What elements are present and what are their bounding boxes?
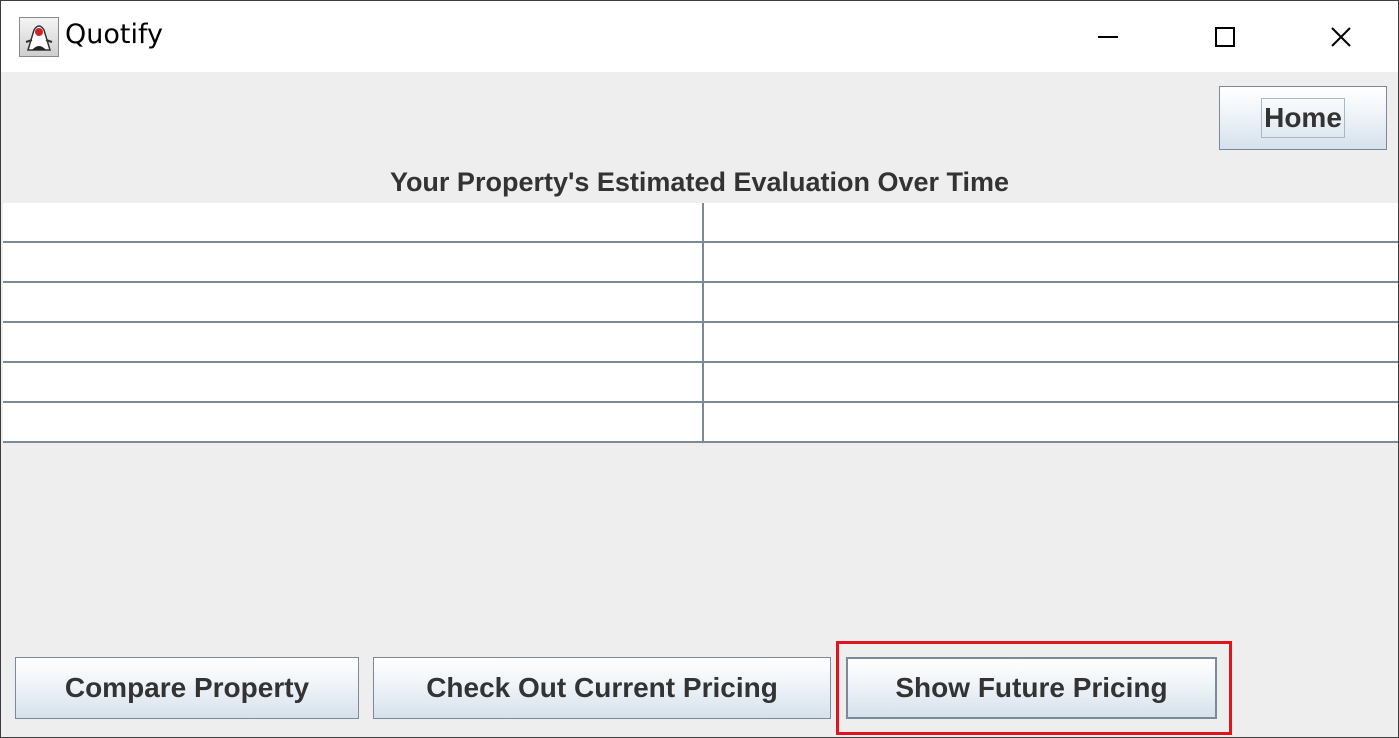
home-button[interactable]: Home <box>1219 86 1387 150</box>
table-cell[interactable] <box>3 363 702 401</box>
close-button[interactable] <box>1282 1 1398 72</box>
table-cell[interactable] <box>3 283 702 321</box>
table-cell[interactable] <box>702 363 1398 401</box>
evaluation-table[interactable] <box>3 203 1398 443</box>
page-title: Your Property's Estimated Evaluation Ove… <box>389 167 1010 197</box>
minimize-icon <box>1098 35 1118 38</box>
minimize-button[interactable] <box>1049 1 1167 72</box>
table-cell[interactable] <box>3 323 702 361</box>
table-cell[interactable] <box>702 203 1398 241</box>
table-cell[interactable] <box>3 243 702 281</box>
home-button-label: Home <box>1261 98 1345 138</box>
table-cell[interactable] <box>702 283 1398 321</box>
java-duke-icon <box>19 17 59 57</box>
title-bar[interactable]: Quotify <box>1 1 1398 72</box>
close-icon <box>1331 26 1351 47</box>
app-window: Quotify Home Your Property's Estimated E… <box>0 0 1399 738</box>
table-row[interactable] <box>3 283 1398 323</box>
maximize-icon <box>1215 26 1235 47</box>
current-pricing-button[interactable]: Check Out Current Pricing <box>373 657 831 719</box>
table-cell[interactable] <box>3 403 702 441</box>
table-cell[interactable] <box>702 243 1398 281</box>
table-row[interactable] <box>3 403 1398 443</box>
table-row[interactable] <box>3 243 1398 283</box>
future-pricing-button[interactable]: Show Future Pricing <box>846 657 1217 719</box>
compare-property-button[interactable]: Compare Property <box>15 657 359 719</box>
table-cell[interactable] <box>702 323 1398 361</box>
table-row[interactable] <box>3 323 1398 363</box>
table-cell[interactable] <box>702 403 1398 441</box>
table-cell[interactable] <box>3 203 702 241</box>
table-row[interactable] <box>3 203 1398 243</box>
maximize-button[interactable] <box>1166 1 1284 72</box>
table-row[interactable] <box>3 363 1398 403</box>
window-title: Quotify <box>65 19 163 50</box>
